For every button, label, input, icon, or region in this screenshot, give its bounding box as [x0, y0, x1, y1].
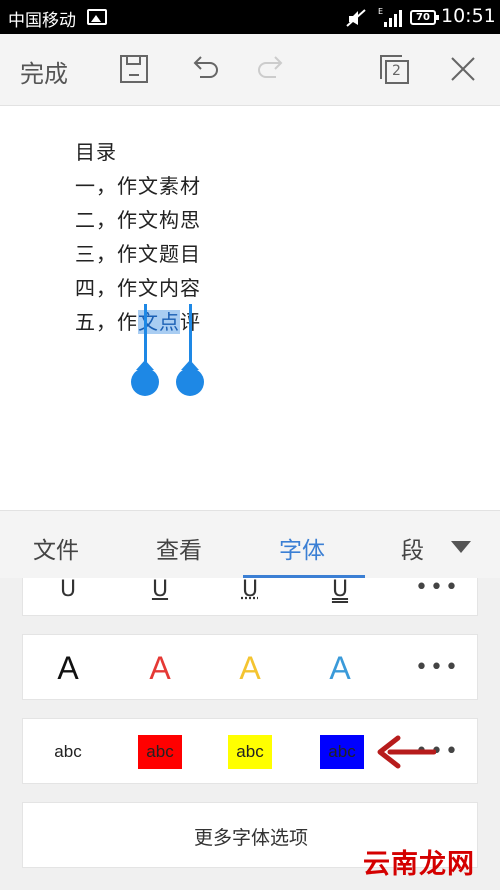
highlight-sample-text: abc — [228, 735, 272, 769]
carrier-name: 中国移动 — [8, 11, 76, 31]
signal-icon: E — [378, 7, 402, 27]
page-switch-button[interactable]: 2 — [378, 53, 412, 87]
selection-end-bar — [189, 304, 192, 362]
ribbon-tab-bar: 文件 查看 字体 段 — [0, 510, 500, 578]
highlight-none-option[interactable]: abc — [43, 731, 93, 773]
watermark-logo: 云南龙网 — [363, 849, 475, 880]
more-font-colors-button[interactable]: ••• — [415, 655, 460, 680]
clock: 10:51 — [441, 5, 496, 27]
font-color-black-option[interactable]: A — [43, 647, 93, 689]
done-button[interactable]: 完成 — [20, 54, 68, 89]
annotation-arrow-icon — [377, 735, 436, 769]
tab-font[interactable]: 字体 — [279, 531, 325, 565]
underline-glyph: U — [331, 578, 349, 602]
tab-file[interactable]: 文件 — [33, 531, 79, 565]
expand-tabs-icon[interactable] — [451, 541, 471, 553]
save-icon[interactable] — [118, 53, 150, 85]
close-icon[interactable] — [450, 56, 476, 82]
underline-none-option[interactable]: U — [43, 578, 93, 609]
image-notification-icon — [87, 9, 107, 25]
font-color-blue-option[interactable]: A — [315, 647, 365, 689]
toc-line[interactable]: 三，作文题目 — [75, 238, 201, 267]
document-canvas[interactable]: 目录 一，作文素材 二，作文构思 三，作文题目 四，作文内容 五，作文点评 — [0, 106, 500, 510]
underline-dotted-option[interactable]: U — [225, 578, 275, 609]
font-color-glyph: A — [329, 649, 351, 686]
toc-line[interactable]: 一，作文素材 — [75, 170, 201, 199]
underline-double-option[interactable]: U — [315, 578, 365, 609]
selection-start-bar — [144, 304, 147, 362]
mute-icon — [346, 9, 366, 27]
battery-icon: 70 — [410, 10, 439, 25]
tab-paragraph[interactable]: 段 — [401, 531, 424, 565]
font-color-glyph: A — [239, 649, 261, 686]
highlight-red-option[interactable]: abc — [135, 731, 185, 773]
underline-single-option[interactable]: U — [135, 578, 185, 609]
redo-icon[interactable] — [256, 53, 288, 85]
font-color-row: A A A A ••• — [22, 634, 478, 700]
font-color-glyph: A — [149, 649, 171, 686]
text-before-selection: 五，作 — [75, 310, 138, 334]
highlight-yellow-option[interactable]: abc — [225, 731, 275, 773]
status-bar: 中国移动 E 70 10:51 — [0, 0, 500, 34]
font-color-red-option[interactable]: A — [135, 647, 185, 689]
font-color-glyph: A — [57, 649, 79, 686]
page-count-label: 2 — [392, 63, 401, 79]
undo-icon[interactable] — [188, 53, 220, 85]
selection-start-handle[interactable] — [131, 368, 159, 396]
underline-style-row: U U U U ••• — [22, 578, 478, 616]
toc-line[interactable]: 四，作文内容 — [75, 272, 201, 301]
toc-line-selected[interactable]: 五，作文点评 — [75, 306, 201, 335]
network-type-label: E — [378, 7, 383, 16]
underline-glyph: U — [241, 578, 259, 602]
more-underline-button[interactable]: ••• — [415, 578, 460, 600]
highlight-sample-text: abc — [138, 735, 182, 769]
toc-heading[interactable]: 目录 — [75, 136, 117, 165]
toc-line[interactable]: 二，作文构思 — [75, 204, 201, 233]
font-color-yellow-option[interactable]: A — [225, 647, 275, 689]
editor-toolbar: 完成 2 — [0, 34, 500, 106]
highlight-sample-text: abc — [320, 735, 364, 769]
underline-glyph: U — [59, 578, 77, 602]
tab-view[interactable]: 查看 — [156, 531, 202, 565]
highlight-sample-text: abc — [54, 742, 82, 761]
underline-glyph: U — [151, 578, 169, 602]
selection-end-handle[interactable] — [176, 368, 204, 396]
highlight-blue-option[interactable]: abc — [317, 731, 367, 773]
